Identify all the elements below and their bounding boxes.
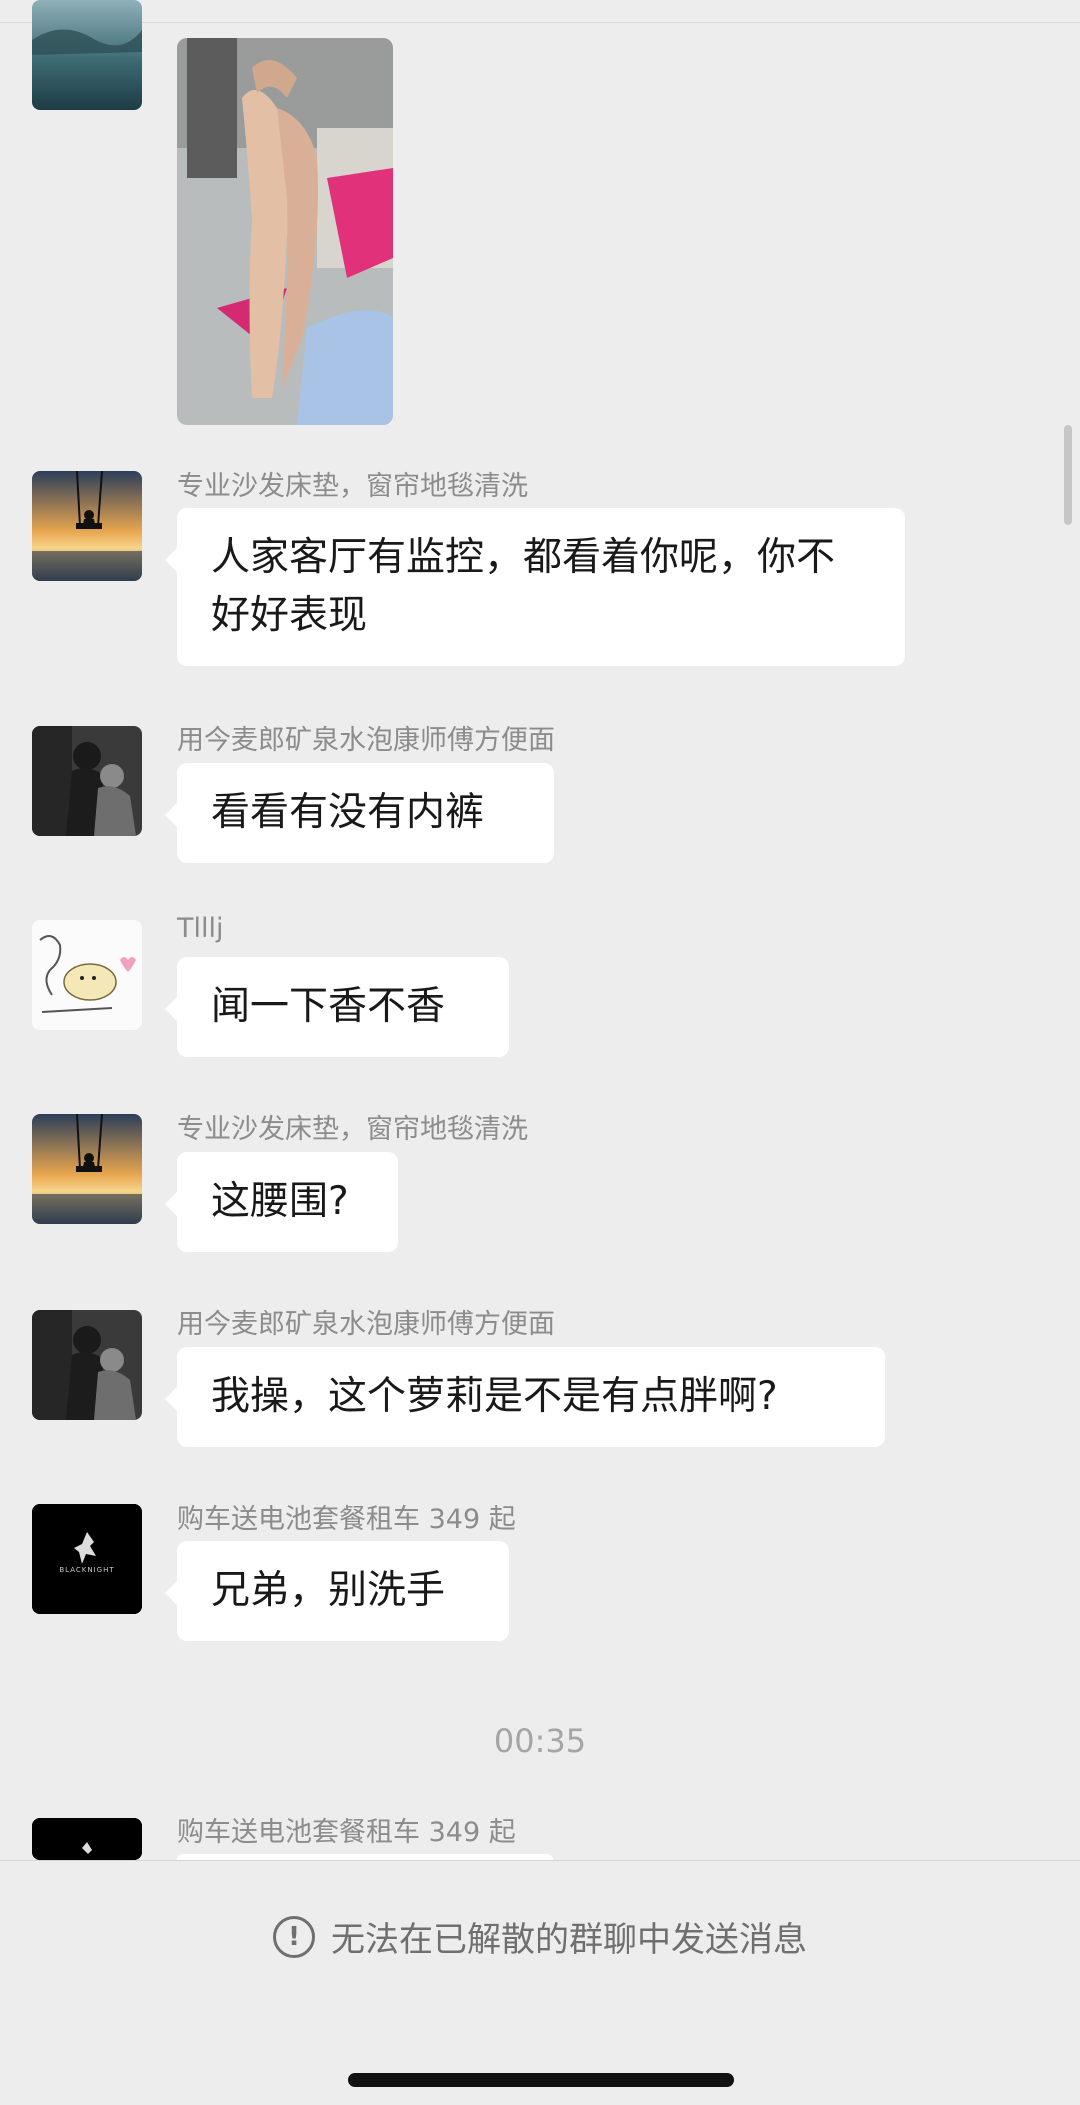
sender-name: 购车送电池套餐租车 349 起 — [177, 1504, 516, 1535]
scrollbar[interactable] — [1064, 425, 1072, 525]
avatar-couple[interactable] — [32, 1310, 142, 1420]
avatar-couple[interactable] — [32, 726, 142, 836]
sender-name: 用今麦郎矿泉水泡康师傅方便面 — [177, 725, 555, 756]
message-bubble[interactable]: 看看有没有内裤 — [165, 763, 554, 863]
home-indicator[interactable] — [348, 2073, 734, 2087]
message-bubble[interactable]: 我操，这个萝莉是不是有点胖啊? — [165, 1347, 885, 1447]
message-bubble[interactable]: 兄弟，别洗手 — [165, 1541, 509, 1641]
exclamation-icon: ! — [273, 1915, 315, 1958]
sender-name: 用今麦郎矿泉水泡康师傅方便面 — [177, 1309, 555, 1340]
shared-photo[interactable] — [177, 38, 393, 425]
sender-name: Tlllj — [177, 913, 224, 944]
sender-name: 购车送电池套餐租车 349 起 — [177, 1817, 516, 1848]
avatar-puppy-drawing[interactable] — [32, 920, 142, 1030]
avatar-logo-text: BLACKNIGHT — [59, 1566, 115, 1574]
message-bubble[interactable]: 这腰围? — [165, 1152, 398, 1252]
message-bubble[interactable]: 闻一下香不香 — [165, 957, 509, 1057]
avatar-swing-sunset[interactable] — [32, 471, 142, 581]
sender-name: 专业沙发床垫，窗帘地毯清洗 — [177, 471, 528, 502]
disbanded-notice-text: 无法在已解散的群聊中发送消息 — [331, 1920, 807, 1960]
message-bubble[interactable]: 人家客厅有监控，都看着你呢，你不好好表现 — [165, 508, 905, 666]
avatar-blacknight-logo[interactable]: BLACKNIGHT — [32, 1504, 142, 1614]
top-edge — [0, 0, 1080, 23]
disbanded-group-footer: ! 无法在已解散的群聊中发送消息 — [0, 1860, 1080, 2105]
avatar-swing-sunset[interactable] — [32, 1114, 142, 1224]
disbanded-notice: ! 无法在已解散的群聊中发送消息 — [0, 1912, 1080, 1961]
message-timestamp: 00:35 — [493, 1722, 587, 1760]
avatar-lake[interactable] — [32, 0, 142, 110]
avatar-blacknight-logo[interactable] — [32, 1818, 142, 1860]
sender-name: 专业沙发床垫，窗帘地毯清洗 — [177, 1114, 528, 1145]
